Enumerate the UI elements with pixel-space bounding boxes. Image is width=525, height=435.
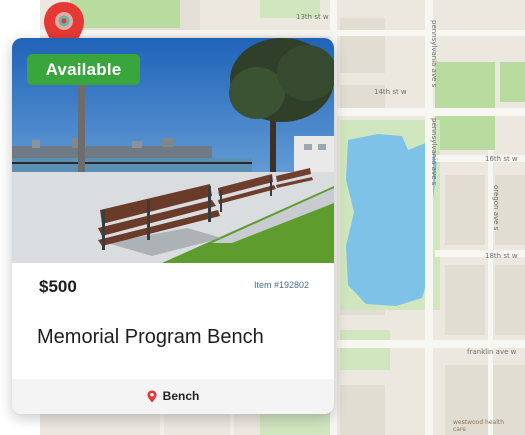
category-label: Bench [162,389,200,403]
price-row: $500 Item #192802 [12,263,334,305]
street-label-14th: 14th st w [374,88,407,96]
street-label-pennsylvania-south: pennsylvania ave s [430,118,438,186]
listing-title[interactable]: Memorial Program Bench [37,326,264,349]
listing-card[interactable]: Available $500 Item #192802 Memorial Pro… [12,38,334,414]
location-pin-icon [147,390,157,403]
street-label-oregon: oregon ave s [492,185,500,231]
street-label-18th: 18th st w [485,252,518,260]
poi-label-westwood: westwood health care [453,419,505,433]
item-id-text: Item #192802 [253,280,309,290]
street-label-16th: 16th st w [485,155,518,163]
price-text: $500 [39,277,77,296]
street-label-franklin: franklin ave w [467,348,517,356]
street-label-13th: 13th st w [296,13,329,21]
street-label-pennsylvania-north: pennsylvania ave s [430,20,438,88]
category-bar[interactable]: Bench [12,379,334,414]
status-badge: Available [27,54,140,85]
